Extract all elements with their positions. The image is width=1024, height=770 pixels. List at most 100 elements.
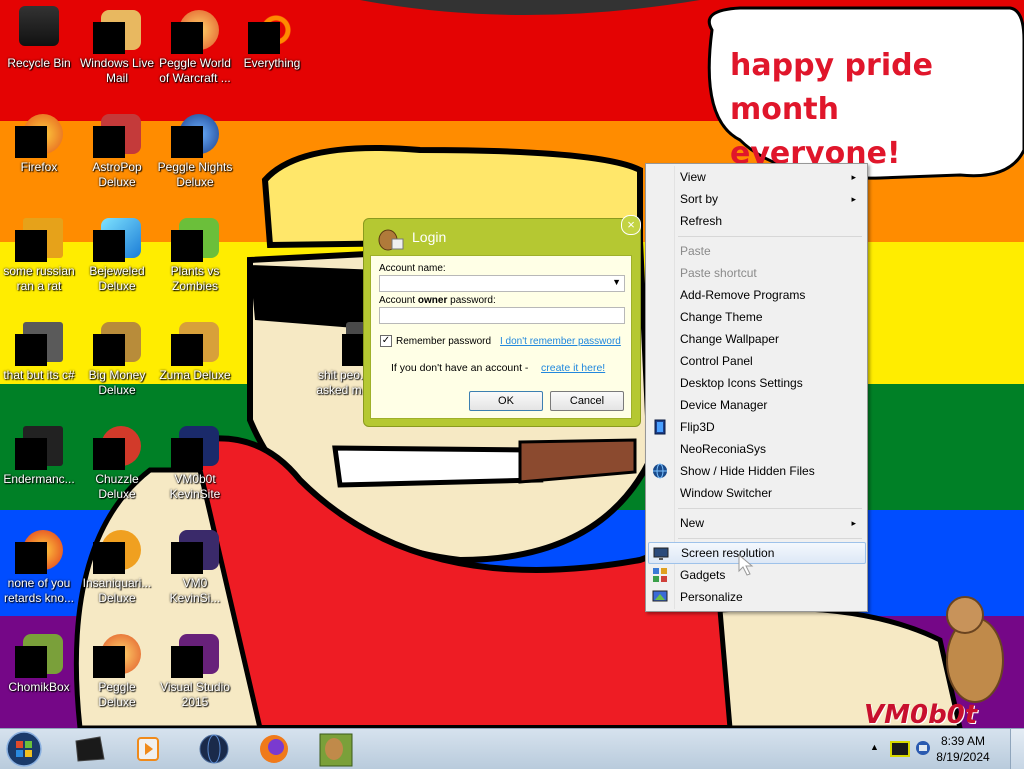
- taskbar-app-chomikbox[interactable]: [310, 731, 362, 767]
- desktop-icon-firefox[interactable]: Firefox: [1, 110, 77, 175]
- desktop-icon-everything[interactable]: Everything: [234, 6, 310, 71]
- desktop-icon-windows-live-mail[interactable]: Windows Live Mail: [79, 6, 155, 86]
- menu-item-change-theme[interactable]: Change Theme: [648, 306, 864, 328]
- desktop-icon-plants-vs-zombies[interactable]: Plants vs Zombies: [157, 214, 233, 294]
- menu-item-control-panel[interactable]: Control Panel: [648, 350, 864, 372]
- clock-date: 8/19/2024: [936, 750, 990, 764]
- desktop-icon-chomikbox[interactable]: ChomikBox: [1, 630, 77, 695]
- ok-button[interactable]: OK: [469, 391, 543, 411]
- desktop-icon-visual-studio[interactable]: Visual Studio 2015: [157, 630, 233, 710]
- chevron-down-icon[interactable]: ▼: [612, 277, 621, 287]
- icon-label: ChomikBox: [8, 680, 70, 694]
- desktop-icon-chuzzle[interactable]: Chuzzle Deluxe: [79, 422, 155, 502]
- money-icon: [93, 318, 141, 366]
- plant-icon: [171, 214, 219, 262]
- desktop-icon-astropop[interactable]: AstroPop Deluxe: [79, 110, 155, 190]
- game-icon: [93, 110, 141, 158]
- media-player-icon: [137, 737, 159, 761]
- hamster-head: [946, 596, 984, 634]
- remember-password-checkbox[interactable]: ✓: [380, 335, 392, 347]
- peggle-icon: [171, 110, 219, 158]
- app-icon: [171, 422, 219, 470]
- desktop-icon-peggle-wow[interactable]: Peggle World of Warcraft ...: [157, 6, 233, 86]
- menu-item-show-hide-hidden-files[interactable]: Show / Hide Hidden Files: [648, 460, 864, 482]
- menu-item-view[interactable]: View ▸: [648, 166, 864, 188]
- desktop-icon-bejeweled[interactable]: Bejeweled Deluxe: [79, 214, 155, 294]
- icon-label: Firefox: [20, 160, 58, 174]
- gadgets-icon: [653, 568, 667, 582]
- icon-label: VM0b0t KevinSite: [169, 472, 221, 501]
- taskbar: ▲ 8:39 AM 8/19/2024: [0, 728, 1024, 769]
- desktop-icon-big-money[interactable]: Big Money Deluxe: [79, 318, 155, 398]
- menu-item-device-manager[interactable]: Device Manager: [648, 394, 864, 416]
- password-field[interactable]: [379, 307, 625, 324]
- desktop-icon-none-of-you[interactable]: none of you retards kno...: [1, 526, 77, 606]
- menu-item-new[interactable]: New ▸: [648, 512, 864, 534]
- chomikbox-icon: [319, 733, 353, 767]
- menu-separator: [678, 236, 862, 237]
- desktop-icon-vm0-kevinsite[interactable]: VM0 KevinSi...: [157, 526, 233, 606]
- icon-label: Peggle Deluxe: [98, 680, 136, 709]
- menu-item-personalize[interactable]: Personalize: [648, 586, 864, 608]
- desktop-icon-that-but-csharp[interactable]: that but its c#: [1, 318, 77, 383]
- menu-item-change-wallpaper[interactable]: Change Wallpaper: [648, 328, 864, 350]
- icon-label: VM0 KevinSi...: [169, 576, 221, 605]
- account-name-combobox[interactable]: ▼: [379, 275, 625, 292]
- login-form: Account name: ▼ Account owner password: …: [370, 255, 632, 419]
- forgot-password-link[interactable]: I don't remember password: [500, 336, 621, 347]
- tray-overflow-arrow[interactable]: ▲: [870, 742, 879, 752]
- mouse-cursor-icon: [738, 553, 754, 576]
- menu-item-flip3d[interactable]: Flip3D: [648, 416, 864, 438]
- battery-icon[interactable]: [890, 741, 910, 757]
- desktop-icon-peggle-deluxe[interactable]: Peggle Deluxe: [79, 630, 155, 710]
- icon-label: AstroPop Deluxe: [92, 160, 142, 189]
- app-icon: [15, 526, 63, 574]
- file-icon: [15, 214, 63, 262]
- desktop-icon-recycle-bin[interactable]: Recycle Bin: [1, 6, 77, 71]
- no-account-text: If you don't have an account -: [391, 362, 529, 374]
- taskbar-app-terminal[interactable]: [64, 731, 116, 767]
- system-clock[interactable]: 8:39 AM 8/19/2024: [930, 733, 996, 765]
- show-desktop-button[interactable]: [1010, 729, 1024, 769]
- menu-item-window-switcher[interactable]: Window Switcher: [648, 482, 864, 504]
- desktop-icon-peggle-nights[interactable]: Peggle Nights Deluxe: [157, 110, 233, 190]
- mail-icon: [93, 6, 141, 54]
- file-icon: [15, 318, 63, 366]
- create-account-link[interactable]: create it here!: [541, 362, 605, 374]
- chuzzle-icon: [93, 422, 141, 470]
- menu-item-add-remove-programs[interactable]: Add-Remove Programs: [648, 284, 864, 306]
- icon-label: that but its c#: [3, 368, 75, 382]
- menu-item-refresh[interactable]: Refresh: [648, 210, 864, 232]
- taskbar-app-firefox[interactable]: [248, 731, 300, 767]
- start-button[interactable]: [4, 730, 44, 768]
- firefox-icon: [15, 110, 63, 158]
- brand-watermark: VM0b0t: [864, 700, 978, 728]
- cancel-button[interactable]: Cancel: [550, 391, 624, 411]
- icon-label: Peggle Nights Deluxe: [157, 160, 233, 189]
- app-icon: [171, 526, 219, 574]
- desktop-icon-russian-rat[interactable]: some russian ran a rat: [1, 214, 77, 294]
- taskbar-app-globe[interactable]: [188, 731, 240, 767]
- icon-label: Everything: [243, 56, 301, 70]
- icon-label: Visual Studio 2015: [160, 680, 230, 709]
- menu-item-neoreconiasys[interactable]: NeoReconiaSys: [648, 438, 864, 460]
- close-button[interactable]: ×: [621, 215, 641, 235]
- desktop-icon-vm0b0t-kevinsite[interactable]: VM0b0t KevinSite: [157, 422, 233, 502]
- menu-item-desktop-icons-settings[interactable]: Desktop Icons Settings: [648, 372, 864, 394]
- menu-separator: [678, 508, 862, 509]
- icon-label: Chuzzle Deluxe: [95, 472, 139, 501]
- desktop-icon-insaniquarium[interactable]: Insaniquari... Deluxe: [79, 526, 155, 606]
- icon-label: Recycle Bin: [7, 56, 71, 70]
- icon-label: none of you retards kno...: [3, 576, 75, 605]
- character-mouth: [332, 445, 544, 488]
- menu-item-sort-by[interactable]: Sort by ▸: [648, 188, 864, 210]
- icon-label: Zuma Deluxe: [159, 368, 231, 382]
- taskbar-app-media-player[interactable]: [122, 731, 174, 767]
- terminal-icon: [75, 736, 105, 762]
- remember-password-label: Remember password: [396, 336, 492, 347]
- app-icon: [15, 422, 63, 470]
- desktop-icon-endermanch[interactable]: Endermanc...: [1, 422, 77, 487]
- desktop-icon-zuma[interactable]: Zuma Deluxe: [157, 318, 233, 383]
- bubble-text: happy pride month everyone!: [730, 44, 1024, 176]
- flip3d-icon: [654, 419, 666, 435]
